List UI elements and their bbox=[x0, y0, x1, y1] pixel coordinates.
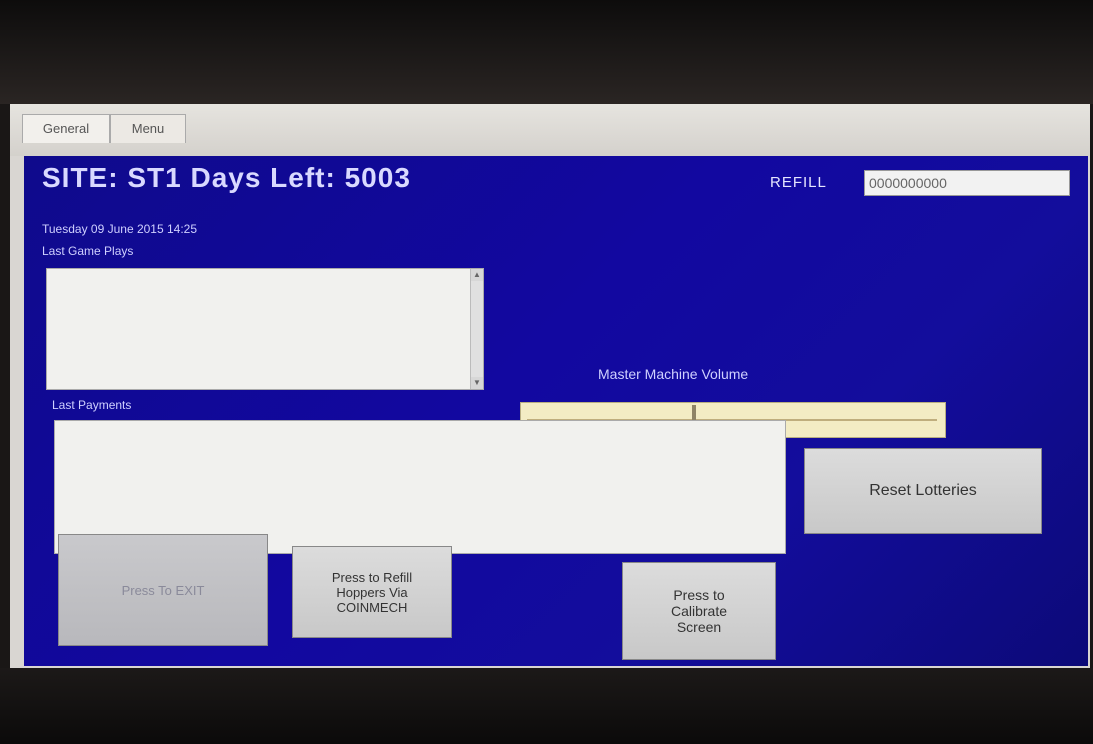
refill-label: REFILL bbox=[770, 174, 827, 191]
refill-input[interactable] bbox=[864, 170, 1070, 196]
exit-button[interactable]: Press To EXIT bbox=[58, 534, 268, 646]
tab-menu[interactable]: Menu bbox=[110, 114, 186, 143]
refill-hoppers-button[interactable]: Press to Refill Hoppers Via COINMECH bbox=[292, 546, 452, 638]
master-volume-label: Master Machine Volume bbox=[598, 366, 749, 382]
general-panel: SITE: ST1 Days Left: 5003 REFILL Tuesday… bbox=[24, 156, 1088, 666]
tab-general[interactable]: General bbox=[22, 114, 110, 143]
reset-lotteries-button[interactable]: Reset Lotteries bbox=[804, 448, 1042, 534]
monitor-bezel-bottom bbox=[0, 668, 1093, 744]
tab-bar: General Menu bbox=[10, 104, 1090, 156]
gameplays-scrollbar[interactable]: ▲ ▼ bbox=[470, 269, 483, 389]
app-window: General Menu SITE: ST1 Days Left: 5003 R… bbox=[10, 104, 1090, 668]
last-payments-label: Last Payments bbox=[52, 398, 132, 412]
scroll-down-icon[interactable]: ▼ bbox=[471, 377, 483, 389]
scroll-up-icon[interactable]: ▲ bbox=[471, 269, 483, 281]
monitor-bezel-top bbox=[0, 0, 1093, 104]
calibrate-screen-button[interactable]: Press to Calibrate Screen bbox=[622, 562, 776, 660]
datetime-display: Tuesday 09 June 2015 14:25 bbox=[42, 222, 198, 236]
site-title: SITE: ST1 Days Left: 5003 bbox=[42, 162, 411, 193]
last-game-plays-list[interactable]: ▲ ▼ bbox=[46, 268, 484, 390]
last-game-plays-label: Last Game Plays bbox=[42, 244, 134, 258]
